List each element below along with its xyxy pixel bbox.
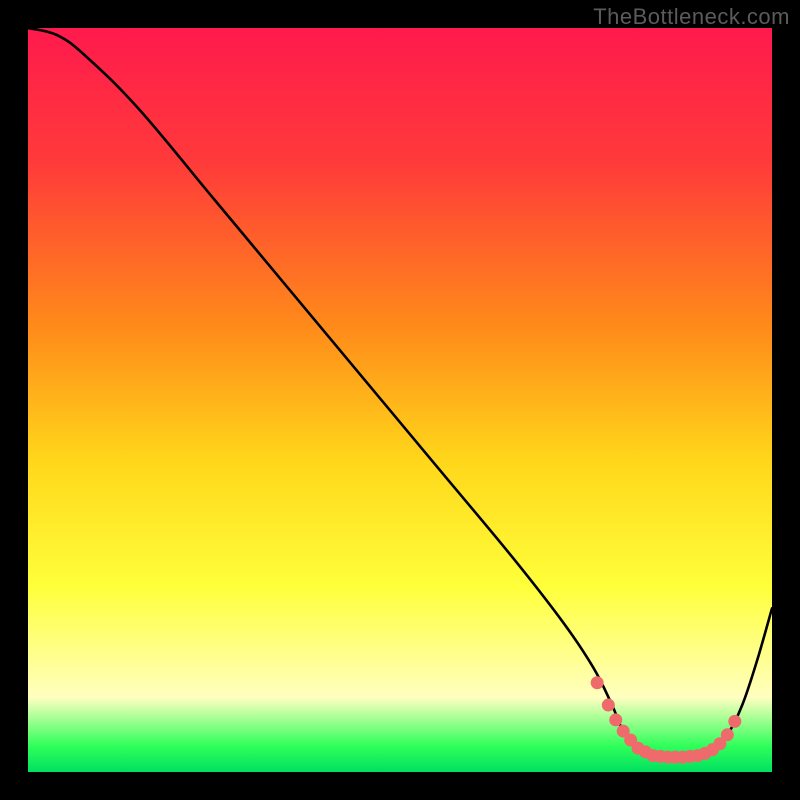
trough-marker bbox=[609, 713, 622, 726]
watermark-text: TheBottleneck.com bbox=[593, 4, 790, 30]
trough-marker bbox=[728, 715, 741, 728]
plot-background bbox=[28, 28, 772, 772]
trough-marker bbox=[602, 699, 615, 712]
trough-marker bbox=[591, 676, 604, 689]
chart-frame: { "watermark": "TheBottleneck.com", "plo… bbox=[0, 0, 800, 800]
trough-marker bbox=[721, 728, 734, 741]
chart-svg bbox=[0, 0, 800, 800]
